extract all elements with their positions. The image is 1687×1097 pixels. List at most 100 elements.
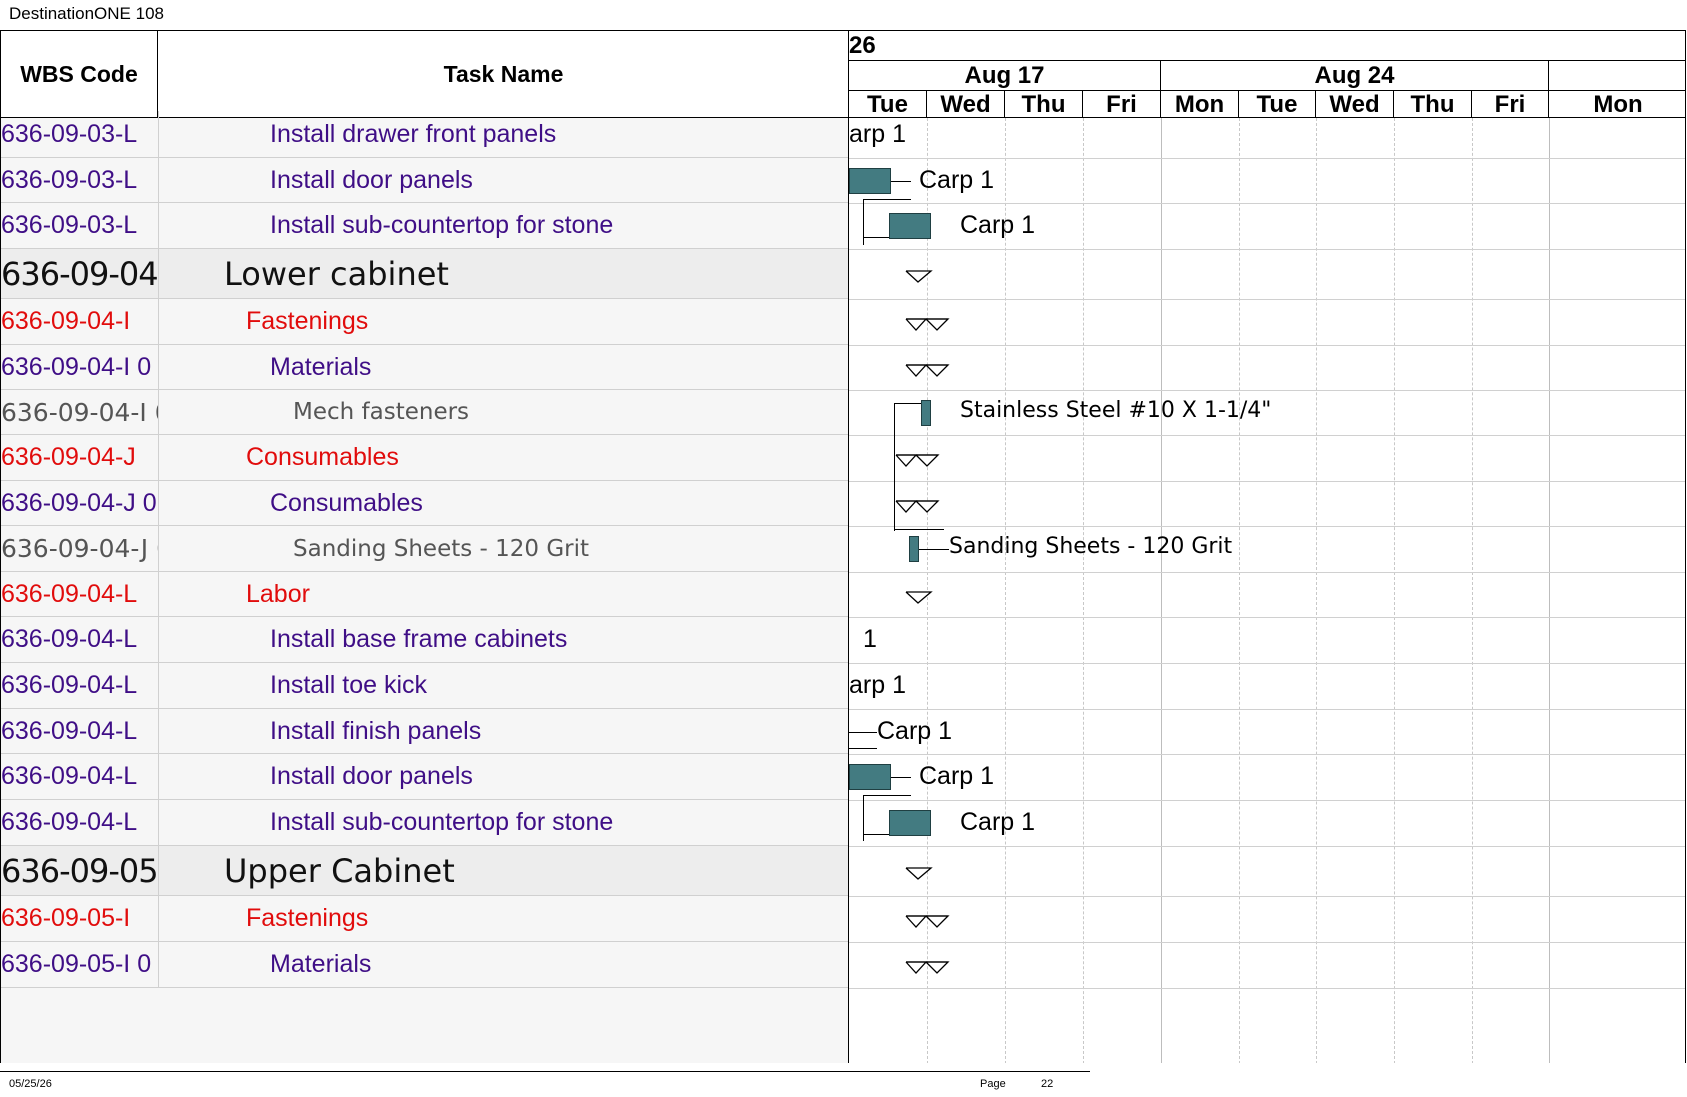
resource-label: arp 1 (849, 119, 906, 148)
summary-marker-double[interactable] (905, 914, 951, 930)
wbs-code-cell: 636-09-04-L (1, 754, 159, 799)
task-row[interactable]: 636-09-04-J Consumables (1, 435, 848, 481)
wbs-code-cell: 636-09-04-L (1, 663, 159, 708)
row-gridline (849, 754, 1685, 755)
resource-label: Carp 1 (877, 716, 953, 745)
row-gridline (849, 896, 1685, 897)
task-row[interactable]: 636-09-04-L Install finish panels (1, 709, 848, 754)
row-gridline (849, 158, 1685, 159)
task-row[interactable]: 636-09-04-L Labor (1, 572, 848, 617)
wbs-code-cell: 636-09-04-L (1, 572, 159, 616)
task-name-cell: Upper Cabinet (224, 851, 455, 890)
task-name-cell: Consumables (246, 443, 399, 471)
task-row[interactable]: 636-09-04-L Install door panels (1, 754, 848, 800)
summary-marker-double[interactable] (895, 499, 941, 515)
task-name-cell: Mech fasteners (293, 399, 470, 425)
summary-marker[interactable] (905, 269, 933, 285)
task-bar[interactable] (889, 213, 931, 239)
summary-marker-double[interactable] (905, 960, 951, 976)
summary-marker[interactable] (905, 590, 933, 606)
gantt-report: WBS Code Task Name 636-09-03-L Install dr… (0, 30, 1686, 1063)
wbs-code-cell: 636-09-05 (1, 846, 159, 895)
wbs-code-cell: 636-09-03-L (1, 203, 159, 248)
task-name-cell: Install base frame cabinets (270, 625, 568, 653)
task-row[interactable]: 636-09-04-L Install base frame cabinets (1, 617, 848, 663)
row-gridline (849, 481, 1685, 482)
summary-marker-double[interactable] (895, 453, 941, 469)
wbs-code-cell: 636-09-04-L (1, 800, 159, 845)
task-row[interactable]: 636-09-04-J 0 Consumables (1, 481, 848, 526)
task-row[interactable]: 636-09-04-I Fastenings (1, 299, 848, 345)
day-gridline (1161, 118, 1162, 1063)
row-gridline (849, 203, 1685, 204)
task-name-cell: Fastenings (246, 904, 369, 932)
row-gridline (849, 800, 1685, 801)
task-row[interactable]: 636-09-03-L Install sub-countertop for st… (1, 203, 848, 249)
task-row[interactable]: 636-09-04-L Install sub-countertop for st… (1, 800, 848, 846)
wbs-column-header[interactable]: WBS Code (1, 31, 158, 118)
wbs-code-cell: 636-09-04-I 0 (1, 345, 159, 389)
task-name-cell: Materials (270, 352, 372, 381)
day-header: Fri (1083, 91, 1161, 118)
task-name-cell: Install finish panels (270, 716, 482, 745)
summary-task-row[interactable]: 636-09-04 Lower cabinet (1, 249, 848, 299)
day-gridline (1472, 118, 1473, 1063)
task-row[interactable]: 636-09-05-I 0 Materials (1, 942, 848, 988)
task-bar[interactable] (921, 399, 931, 426)
wbs-code-cell: 636-09-03-L (1, 111, 159, 157)
task-row[interactable]: 636-09-04-L Install toe kick (1, 663, 848, 709)
task-name-cell: Fastenings (246, 307, 369, 335)
wbs-code-cell: 636-09-05-I (1, 896, 159, 941)
dependency-line (894, 529, 944, 530)
resource-label: Carp 1 (919, 762, 995, 790)
task-name-cell: Install drawer front panels (270, 119, 557, 148)
wbs-code-cell: 636-09-04-I (1, 299, 159, 344)
task-name-cell: Install sub-countertop for stone (270, 211, 614, 239)
wbs-code-cell: 636-09-05-I 0 (1, 942, 159, 987)
task-row[interactable]: 636-09-04-I 0 Materials (1, 345, 848, 390)
task-bar[interactable] (889, 810, 931, 836)
summary-marker[interactable] (905, 866, 933, 882)
timescale-year: 26 (849, 31, 1685, 61)
resource-label: Carp 1 (960, 211, 1036, 239)
wbs-code-cell: 636-09-04-L (1, 709, 159, 753)
task-row[interactable]: 636-09-04-I 01 Mech fasteners (1, 390, 848, 435)
summary-task-row[interactable]: 636-09-05 Upper Cabinet (1, 846, 848, 896)
row-gridline (849, 526, 1685, 527)
day-header: Mon (1161, 91, 1239, 118)
summary-marker-double[interactable] (905, 363, 951, 379)
dependency-line (863, 834, 889, 835)
footer-rule (0, 1071, 1090, 1072)
wbs-code-cell: 636-09-04-J 0 (1, 481, 159, 525)
summary-marker-double[interactable] (905, 317, 951, 333)
row-gridline (849, 435, 1685, 436)
task-bar[interactable] (849, 764, 891, 790)
day-header: Fri (1472, 91, 1549, 118)
wbs-code-cell: 636-09-04-J 01 (1, 526, 159, 571)
task-name-cell: Install door panels (270, 762, 473, 790)
day-header: Thu (1394, 91, 1472, 118)
week-header-next (1549, 61, 1685, 91)
row-gridline (849, 345, 1685, 346)
task-row[interactable]: 636-09-03-L Install door panels (1, 158, 848, 203)
task-row[interactable]: 636-09-04-J 01 Sanding Sheets - 120 Grit (1, 526, 848, 572)
task-table: WBS Code Task Name 636-09-03-L Install dr… (1, 31, 849, 1063)
task-row[interactable]: 636-09-03-L Install drawer front panels (1, 111, 848, 158)
day-header: Tue (849, 91, 927, 118)
task-row[interactable]: 636-09-05-I Fastenings (1, 896, 848, 942)
resource-label: Carp 1 (960, 808, 1036, 836)
task-bar[interactable] (909, 536, 919, 562)
day-gridline (1083, 118, 1084, 1063)
row-gridline (849, 249, 1685, 250)
year-label: 26 (849, 32, 876, 59)
dependency-line (849, 731, 877, 733)
row-gridline (849, 663, 1685, 664)
wbs-code-cell: 636-09-04-I 01 (1, 390, 159, 434)
gantt-chart: 26 Aug 17 Aug 24 Tue Wed Thu Fri Mon Tue Wed Th… (849, 31, 1685, 1063)
dependency-line (894, 402, 921, 404)
dependency-line (919, 549, 949, 550)
task-name-cell: Install sub-countertop for stone (270, 808, 614, 836)
task-bar[interactable] (849, 167, 891, 194)
task-name-column-header[interactable]: Task Name (158, 31, 848, 118)
day-gridline (1005, 118, 1006, 1063)
